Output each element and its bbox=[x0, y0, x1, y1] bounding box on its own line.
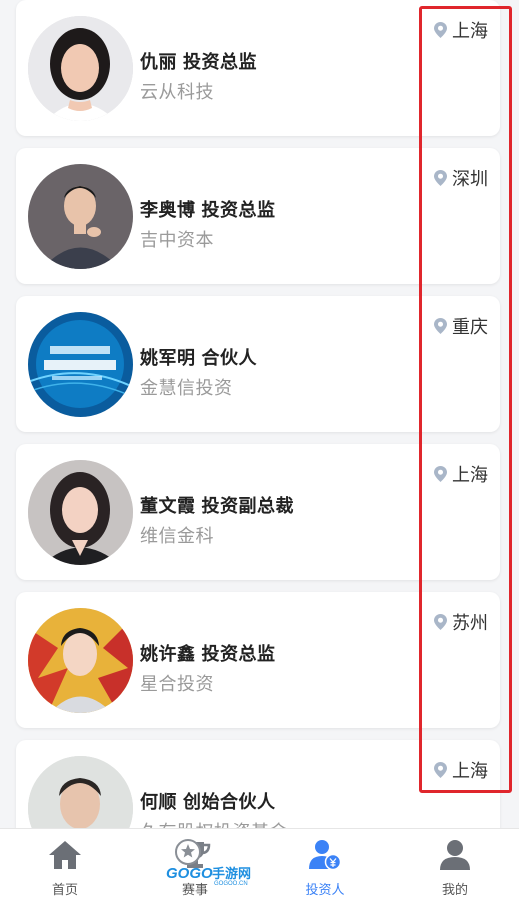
investor-title: 创始合伙人 bbox=[183, 792, 276, 812]
location-pin-icon bbox=[434, 170, 447, 186]
location-city: 上海 bbox=[452, 761, 488, 781]
investor-card[interactable]: 姚军明 合伙人 金慧信投资 重庆 bbox=[16, 296, 500, 432]
investor-title: 投资总监 bbox=[183, 52, 257, 72]
investor-title: 合伙人 bbox=[201, 348, 257, 368]
svg-text:GOGO: GOGO bbox=[166, 865, 213, 882]
investor-title: 投资总监 bbox=[201, 200, 276, 220]
avatar bbox=[28, 312, 133, 417]
investor-company: 维信金科 bbox=[140, 526, 214, 546]
location-pin-icon bbox=[434, 466, 447, 482]
avatar bbox=[28, 460, 133, 565]
avatar bbox=[28, 16, 133, 121]
tab-label: 首页 bbox=[51, 882, 78, 897]
avatar bbox=[28, 608, 133, 713]
tab-profile[interactable]: 我的 bbox=[390, 829, 519, 898]
profile-icon bbox=[440, 840, 470, 870]
tab-label: 我的 bbox=[441, 882, 468, 897]
investor-company: 吉中资本 bbox=[140, 230, 214, 250]
investor-company: 云从科技 bbox=[140, 82, 214, 102]
investor-name-title: 何顺 创始合伙人 bbox=[140, 788, 276, 814]
location-pin-icon bbox=[434, 614, 447, 630]
location-pin-icon bbox=[434, 762, 447, 778]
tab-label: 投资人 bbox=[305, 882, 345, 897]
svg-text:GOGOO.CN: GOGOO.CN bbox=[214, 881, 248, 886]
tab-investors[interactable]: 投资人 bbox=[260, 829, 390, 898]
investor-name-title: 姚军明 合伙人 bbox=[140, 344, 257, 370]
investor-name-title: 李奥博 投资总监 bbox=[140, 196, 276, 222]
location: 深圳 bbox=[434, 165, 488, 191]
investor-card[interactable]: 李奥博 投资总监 吉中资本 深圳 bbox=[16, 148, 500, 284]
location: 重庆 bbox=[434, 313, 488, 339]
location-city: 上海 bbox=[452, 465, 488, 485]
investor-company: 金慧信投资 bbox=[140, 378, 233, 398]
gogo-watermark-logo: GOGO 手游网 GOGOO.CN bbox=[166, 839, 251, 886]
location-city: 上海 bbox=[452, 21, 488, 41]
investor-name: 姚许鑫 bbox=[140, 644, 196, 664]
home-icon bbox=[49, 841, 81, 869]
investor-name: 何顺 bbox=[140, 792, 177, 812]
location: 上海 bbox=[434, 17, 488, 43]
location-pin-icon bbox=[434, 22, 447, 38]
investor-card[interactable]: 姚许鑫 投资总监 星合投资 苏州 bbox=[16, 592, 500, 728]
investor-title: 投资副总裁 bbox=[201, 496, 294, 516]
location: 苏州 bbox=[434, 609, 488, 635]
investor-card[interactable]: 仇丽 投资总监 云从科技 上海 bbox=[16, 0, 500, 136]
location-city: 重庆 bbox=[452, 317, 488, 337]
investor-company: 星合投资 bbox=[140, 674, 214, 694]
investor-name: 董文霞 bbox=[140, 496, 196, 516]
svg-text:手游网: 手游网 bbox=[212, 866, 251, 881]
investor-name: 姚军明 bbox=[140, 348, 196, 368]
tab-home[interactable]: 首页 bbox=[0, 829, 130, 898]
investor-name-title: 姚许鑫 投资总监 bbox=[140, 640, 276, 666]
investor-list: 仇丽 投资总监 云从科技 上海 李奥博 投资总监 吉中资本 深圳 姚军明 合伙人… bbox=[0, 0, 519, 828]
investor-name: 李奥博 bbox=[140, 200, 196, 220]
investor-company: 久有股权投资基金 bbox=[140, 818, 288, 828]
investor-name-title: 仇丽 投资总监 bbox=[140, 48, 257, 74]
investor-icon bbox=[309, 840, 342, 871]
location: 上海 bbox=[434, 461, 488, 487]
location: 上海 bbox=[434, 757, 488, 783]
investor-title: 投资总监 bbox=[201, 644, 276, 664]
location-city: 深圳 bbox=[452, 169, 488, 189]
investor-card[interactable]: 董文霞 投资副总裁 维信金科 上海 bbox=[16, 444, 500, 580]
investor-card[interactable]: 何顺创始合伙人 久有股权投资基金 上海 bbox=[16, 740, 500, 828]
avatar bbox=[28, 164, 133, 269]
location-city: 苏州 bbox=[452, 613, 488, 633]
location-pin-icon bbox=[434, 318, 447, 334]
investor-name-title: 董文霞 投资副总裁 bbox=[140, 492, 294, 518]
investor-name: 仇丽 bbox=[140, 52, 177, 72]
avatar bbox=[28, 756, 133, 828]
